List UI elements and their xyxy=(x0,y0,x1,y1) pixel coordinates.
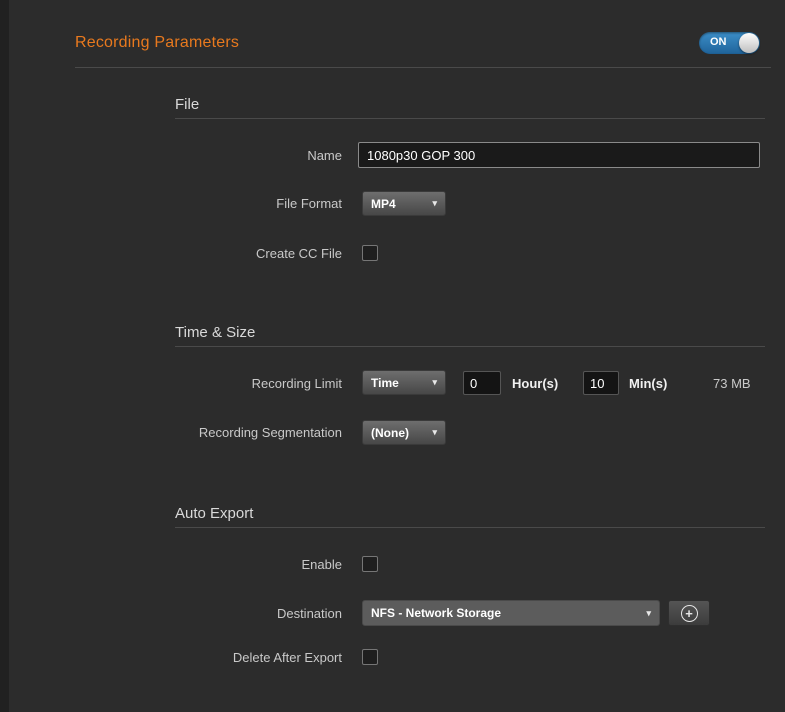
time-size-section-heading: Time & Size xyxy=(175,324,255,341)
file-format-value: MP4 xyxy=(371,197,396,211)
delete-after-export-checkbox[interactable] xyxy=(362,649,378,665)
recording-segmentation-value: (None) xyxy=(371,426,409,440)
time-size-section-divider xyxy=(175,346,765,347)
create-cc-checkbox[interactable] xyxy=(362,245,378,261)
file-section-divider xyxy=(175,118,765,119)
recording-parameters-panel: Recording Parameters ON File Name File F… xyxy=(0,0,785,712)
recording-limit-mode-value: Time xyxy=(371,376,399,390)
recording-limit-row: Recording Limit Time ▾ Hour(s) Min(s) 73… xyxy=(0,370,785,396)
caret-down-icon: ▾ xyxy=(432,198,437,209)
caret-down-icon: ▾ xyxy=(646,608,651,619)
auto-export-section-divider xyxy=(175,527,765,528)
create-cc-label: Create CC File xyxy=(0,246,342,261)
recording-parameters-toggle[interactable]: ON xyxy=(699,32,760,54)
estimated-size-label: 73 MB xyxy=(713,376,751,391)
plus-icon: + xyxy=(681,605,698,622)
name-label: Name xyxy=(0,148,342,163)
enable-row: Enable xyxy=(0,556,785,572)
create-cc-row: Create CC File xyxy=(0,245,785,261)
recording-segmentation-dropdown[interactable]: (None) ▾ xyxy=(362,420,446,445)
file-format-row: File Format MP4 ▾ xyxy=(0,191,785,216)
delete-after-export-label: Delete After Export xyxy=(0,650,342,665)
hours-input[interactable] xyxy=(463,371,501,395)
minutes-input[interactable] xyxy=(583,371,619,395)
recording-segmentation-label: Recording Segmentation xyxy=(0,425,342,440)
file-section-heading: File xyxy=(175,96,199,113)
destination-label: Destination xyxy=(0,606,342,621)
file-format-dropdown[interactable]: MP4 ▾ xyxy=(362,191,446,216)
recording-limit-mode-dropdown[interactable]: Time ▾ xyxy=(362,370,446,395)
caret-down-icon: ▾ xyxy=(432,377,437,388)
hours-unit-label: Hour(s) xyxy=(512,376,558,391)
destination-dropdown[interactable]: NFS - Network Storage ▾ xyxy=(362,600,660,626)
name-input[interactable] xyxy=(358,142,760,168)
page-title: Recording Parameters xyxy=(75,34,239,52)
caret-down-icon: ▾ xyxy=(432,427,437,438)
recording-segmentation-row: Recording Segmentation (None) ▾ xyxy=(0,420,785,445)
header-divider xyxy=(75,67,771,68)
enable-checkbox[interactable] xyxy=(362,556,378,572)
name-row: Name xyxy=(0,142,785,168)
toggle-on-label: ON xyxy=(710,36,727,48)
toggle-knob-icon xyxy=(739,33,759,53)
add-destination-button[interactable]: + xyxy=(668,600,710,626)
recording-limit-label: Recording Limit xyxy=(0,376,342,391)
destination-value: NFS - Network Storage xyxy=(371,606,501,620)
file-format-label: File Format xyxy=(0,196,342,211)
destination-row: Destination NFS - Network Storage ▾ + xyxy=(0,600,785,626)
enable-label: Enable xyxy=(0,557,342,572)
delete-after-export-row: Delete After Export xyxy=(0,649,785,665)
minutes-unit-label: Min(s) xyxy=(629,376,667,391)
auto-export-section-heading: Auto Export xyxy=(175,505,253,522)
